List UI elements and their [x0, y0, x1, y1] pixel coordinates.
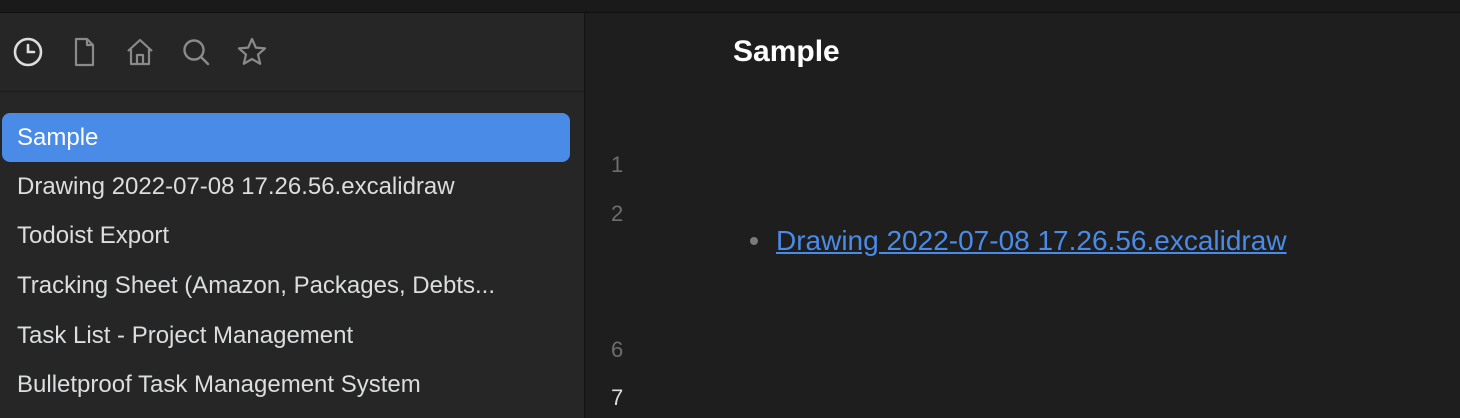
star-icon[interactable] — [234, 34, 270, 70]
file-icon[interactable] — [66, 34, 102, 70]
file-item-sample[interactable]: Sample — [2, 113, 570, 162]
file-item-drawing[interactable]: Drawing 2022-07-08 17.26.56.excalidraw — [2, 162, 570, 212]
recent-files-icon[interactable] — [10, 34, 46, 70]
file-item-todoist-export[interactable]: Todoist Export — [2, 212, 570, 262]
window-top-bar — [0, 0, 1460, 13]
sidebar: Sample Drawing 2022-07-08 17.26.56.excal… — [0, 13, 585, 418]
line-number: 2 — [611, 201, 624, 226]
sidebar-tab-bar — [0, 13, 584, 92]
list-item: Drawing 2022-07-08 17.26.56.excalidraw — [750, 225, 1287, 257]
file-item-tracking-sheet[interactable]: Tracking Sheet (Amazon, Packages, Debts.… — [2, 261, 570, 311]
bullet-dot — [750, 237, 758, 245]
editor-pane[interactable]: Sample 1 2 6 7 Drawing 2022-07-08 17.26.… — [585, 13, 1460, 418]
home-icon[interactable] — [122, 34, 158, 70]
file-item-task-list[interactable]: Task List - Project Management — [2, 311, 570, 361]
embedded-drawing-link[interactable]: Drawing 2022-07-08 17.26.56.excalidraw — [776, 225, 1287, 257]
line-number-current: 7 — [611, 385, 624, 410]
line-number: 6 — [611, 337, 624, 362]
search-icon[interactable] — [178, 34, 214, 70]
recent-files-list: Sample Drawing 2022-07-08 17.26.56.excal… — [0, 92, 584, 410]
line-number: 1 — [611, 152, 624, 177]
file-item-bulletproof[interactable]: Bulletproof Task Management System — [2, 360, 570, 410]
document-title[interactable]: Sample — [733, 35, 840, 69]
